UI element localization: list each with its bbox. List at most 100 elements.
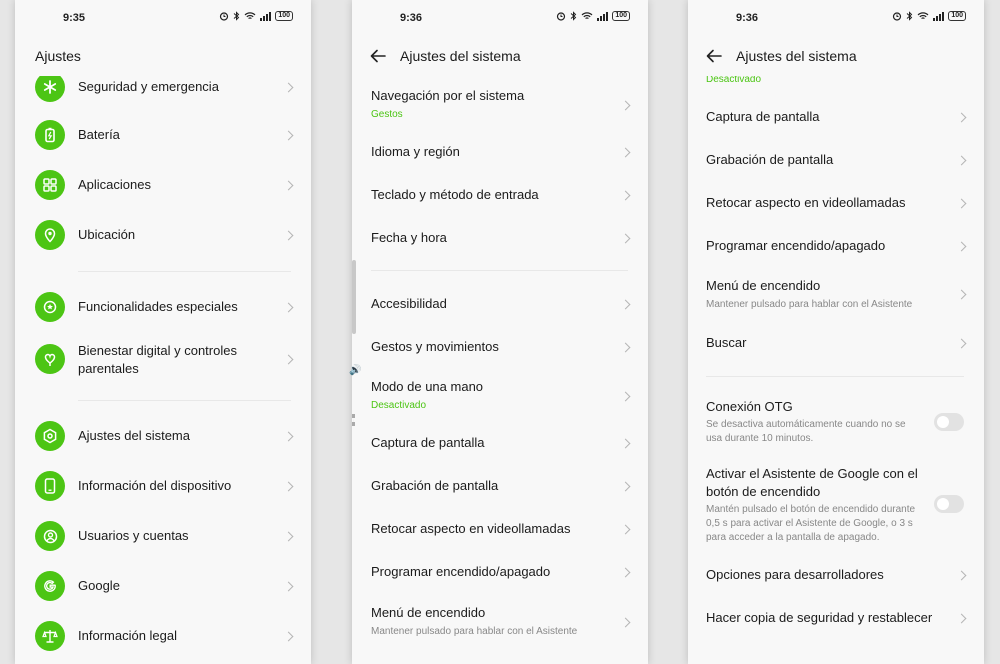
settings-item-menu-encendido[interactable]: Menú de encendido Mantener pulsado para … [688, 276, 984, 316]
scroll-handle[interactable] [352, 260, 356, 334]
settings-item-funcionalidades[interactable]: Funcionalidades especiales [15, 290, 311, 324]
settings-item-programar[interactable]: Programar encendido/apagado [352, 562, 648, 584]
asterisk-icon [35, 72, 65, 102]
system-settings-screen-scrolled: 9:36 100 Ajustes del sistema Desactivado… [688, 0, 984, 664]
settings-item-captura[interactable]: Captura de pantalla [688, 107, 984, 129]
bluetooth-icon [233, 11, 240, 21]
divider [706, 376, 964, 377]
battery-indicator: 100 [275, 11, 293, 21]
apps-grid-icon [35, 170, 65, 200]
settings-item-label: Programar encendido/apagado [371, 564, 551, 579]
settings-item-accesibilidad[interactable]: Accesibilidad [352, 294, 648, 316]
page-title: Ajustes del sistema [400, 48, 521, 64]
back-arrow-icon[interactable] [706, 49, 722, 63]
chevron-right-icon [283, 130, 294, 141]
divider [78, 400, 291, 401]
app-bar: Ajustes [15, 36, 311, 76]
settings-item-label: Información del dispositivo [78, 478, 232, 493]
settings-item-label: Menú de encendido [371, 605, 486, 620]
settings-screen: 9:35 100 Ajustes Seguridad y emergencia … [15, 0, 311, 664]
scales-icon [35, 621, 65, 651]
heart-hand-icon [35, 344, 65, 374]
alarm-icon [557, 12, 566, 21]
google-icon [35, 571, 65, 601]
chevron-right-icon [620, 100, 631, 111]
settings-item-grabacion[interactable]: Grabación de pantalla [688, 150, 984, 172]
battery-indicator: 100 [948, 11, 966, 21]
chevron-right-icon [283, 631, 294, 642]
settings-item-informacion-dispositivo[interactable]: Información del dispositivo [15, 469, 311, 503]
settings-item-label: Idioma y región [371, 144, 460, 159]
settings-item-fecha[interactable]: Fecha y hora [352, 228, 648, 250]
settings-item-navegacion[interactable]: Navegación por el sistema Gestos [352, 84, 648, 124]
settings-item-copia-seguridad[interactable]: Hacer copia de seguridad y restablecer [688, 608, 984, 630]
settings-item-label: Captura de pantalla [371, 435, 485, 450]
settings-item-desarrolladores[interactable]: Opciones para desarrolladores [688, 565, 984, 587]
page-title: Ajustes [35, 48, 81, 64]
settings-item-grabacion[interactable]: Grabación de pantalla [352, 476, 648, 498]
settings-item-menu-encendido[interactable]: Menú de encendido Mantener pulsado para … [352, 602, 648, 642]
chevron-right-icon [956, 613, 967, 624]
settings-item-teclado[interactable]: Teclado y método de entrada [352, 185, 648, 207]
settings-item-label: Información legal [78, 628, 177, 643]
divider [78, 271, 291, 272]
settings-item-modo-una-mano[interactable]: Modo de una mano Desactivado [352, 376, 648, 416]
assistant-power-toggle[interactable] [934, 495, 964, 513]
settings-item-retocar[interactable]: Retocar aspecto en videollamadas [688, 193, 984, 215]
bluetooth-icon [570, 11, 577, 21]
chevron-right-icon [283, 230, 294, 241]
settings-item-label: Retocar aspecto en videollamadas [371, 521, 571, 536]
wifi-icon [581, 12, 593, 20]
settings-item-label: Navegación por el sistema [371, 88, 525, 103]
settings-item-programar[interactable]: Programar encendido/apagado [688, 236, 984, 258]
settings-item-captura[interactable]: Captura de pantalla [352, 433, 648, 455]
chevron-right-icon [956, 155, 967, 166]
settings-item-retocar[interactable]: Retocar aspecto en videollamadas [352, 519, 648, 541]
chevron-right-icon [620, 299, 631, 310]
settings-item-label: Hacer copia de seguridad y restablecer [706, 610, 933, 625]
settings-item-informacion-legal[interactable]: Información legal [15, 619, 311, 653]
settings-item-buscar[interactable]: Buscar [688, 333, 984, 355]
location-pin-icon [35, 220, 65, 250]
bluetooth-icon [906, 11, 913, 21]
settings-item-label: Retocar aspecto en videollamadas [706, 195, 906, 210]
settings-item-ubicacion[interactable]: Ubicación [15, 218, 311, 252]
settings-item-label: Funcionalidades especiales [78, 299, 238, 314]
settings-item-asistente-google[interactable]: Activar el Asistente de Google con el bo… [688, 464, 984, 546]
chevron-right-icon [956, 338, 967, 349]
settings-item-label: Conexión OTG [706, 399, 793, 414]
drag-handle[interactable] [352, 414, 355, 426]
app-bar: Ajustes del sistema [688, 36, 984, 76]
chevron-right-icon [283, 581, 294, 592]
settings-item-bateria[interactable]: Batería [15, 118, 311, 152]
status-bar: 9:36 100 [688, 0, 984, 34]
settings-item-gestos[interactable]: Gestos y movimientos [352, 337, 648, 359]
settings-item-ajustes-sistema[interactable]: Ajustes del sistema [15, 419, 311, 453]
settings-item-idioma[interactable]: Idioma y región [352, 142, 648, 164]
chevron-right-icon [620, 147, 631, 158]
chevron-right-icon [283, 354, 294, 365]
battery-indicator: 100 [612, 11, 630, 21]
settings-item-label: Activar el Asistente de Google con el bo… [706, 466, 918, 499]
settings-item-otg[interactable]: Conexión OTG Se desactiva automáticament… [688, 396, 984, 446]
settings-item-bienestar[interactable]: Bienestar digital y controles parentales [15, 340, 311, 380]
status-bar: 9:36 100 [352, 0, 648, 34]
chevron-right-icon [956, 241, 967, 252]
chevron-right-icon [620, 438, 631, 449]
otg-toggle[interactable] [934, 413, 964, 431]
settings-item-label: Programar encendido/apagado [706, 238, 886, 253]
settings-item-label: Gestos y movimientos [371, 339, 499, 354]
settings-item-aplicaciones[interactable]: Aplicaciones [15, 168, 311, 202]
settings-item-google[interactable]: Google [15, 569, 311, 603]
wifi-icon [244, 12, 256, 20]
settings-item-usuarios[interactable]: Usuarios y cuentas [15, 519, 311, 553]
back-arrow-icon[interactable] [370, 49, 386, 63]
status-icons: 100 [892, 11, 966, 21]
signal-icon [597, 11, 609, 21]
settings-list: Desactivado Captura de pantalla Grabació… [688, 74, 984, 664]
settings-item-value: Gestos [371, 109, 403, 120]
signal-icon [260, 11, 272, 21]
settings-item-label: Grabación de pantalla [706, 152, 834, 167]
settings-item-label: Opciones para desarrolladores [706, 567, 884, 582]
gear-hexagon-icon [35, 421, 65, 451]
